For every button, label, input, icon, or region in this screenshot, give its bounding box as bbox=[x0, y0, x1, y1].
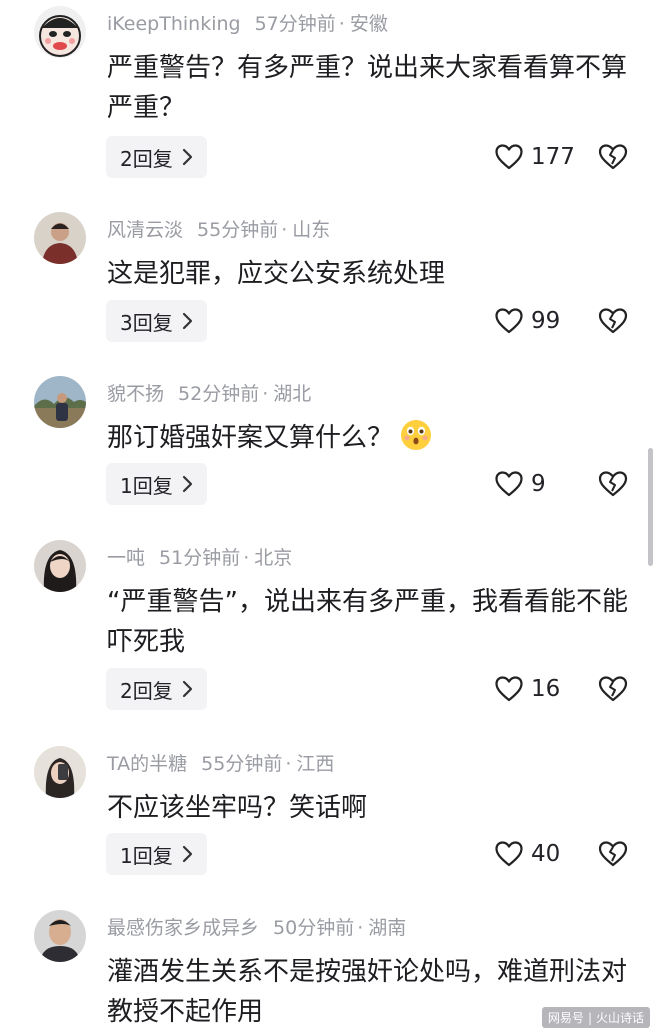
username[interactable]: 风清云淡 bbox=[107, 219, 183, 241]
username[interactable]: iKeepThinking bbox=[107, 13, 241, 35]
timestamp: 57分钟前 bbox=[254, 13, 336, 35]
view-replies-button[interactable]: 3回复 bbox=[106, 300, 207, 342]
broken-heart-icon bbox=[598, 471, 628, 497]
dislike-button[interactable] bbox=[598, 840, 628, 868]
like-count: 16 bbox=[531, 676, 561, 702]
like-count: 177 bbox=[531, 144, 575, 170]
broken-heart-icon bbox=[598, 308, 628, 334]
username[interactable]: 最感伤家乡成异乡 bbox=[107, 917, 259, 939]
scrollbar[interactable] bbox=[648, 448, 653, 566]
timestamp: 50分钟前 bbox=[273, 917, 355, 939]
heart-outline-icon bbox=[495, 308, 523, 334]
comment-feed: iKeepThinking 57分钟前 · 安徽 严重警告？有多严重？说出来大家看看算… bbox=[0, 0, 660, 1034]
location: 湖北 bbox=[273, 383, 312, 405]
outdoor-photo-avatar[interactable] bbox=[34, 376, 86, 428]
broken-heart-icon bbox=[598, 676, 628, 702]
reply-count: 1回复 bbox=[120, 843, 173, 868]
cartoon-face-avatar[interactable] bbox=[34, 6, 86, 58]
timestamp: 52分钟前 bbox=[178, 383, 260, 405]
view-replies-button[interactable]: 2回复 bbox=[106, 668, 207, 710]
username[interactable]: 貌不扬 bbox=[107, 383, 164, 405]
location: 湖南 bbox=[368, 917, 407, 939]
reply-count: 3回复 bbox=[120, 310, 173, 335]
watermark-left: 网易号 bbox=[547, 1011, 584, 1025]
like-count: 9 bbox=[531, 471, 546, 497]
meta-separator: · bbox=[262, 383, 269, 405]
comment-text: 不应该坐牢吗？笑话啊 bbox=[107, 793, 368, 823]
location: 江西 bbox=[296, 753, 335, 775]
watermark-right: 火山诗话 bbox=[595, 1011, 644, 1025]
comment-text: 这是犯罪，应交公安系统处理 bbox=[107, 259, 446, 289]
view-replies-button[interactable]: 1回复 bbox=[106, 833, 207, 875]
like-button[interactable]: 40 bbox=[495, 833, 560, 875]
view-replies-button[interactable]: 1回复 bbox=[106, 463, 207, 505]
heart-outline-icon bbox=[495, 144, 523, 170]
timestamp: 51分钟前 bbox=[159, 547, 241, 569]
meta-separator: · bbox=[357, 917, 364, 939]
location: 北京 bbox=[254, 547, 293, 569]
dislike-button[interactable] bbox=[598, 675, 628, 703]
comment-text: “严重警告”，说出来有多严重，我看看能不能吓死我 bbox=[107, 587, 628, 657]
chevron-right-icon bbox=[182, 845, 192, 863]
person-photo-avatar[interactable] bbox=[34, 212, 86, 264]
comment-text: 严重警告？有多严重？说出来大家看看算不算严重？ bbox=[107, 53, 628, 123]
chevron-right-icon bbox=[182, 312, 192, 330]
timestamp: 55分钟前 bbox=[201, 753, 283, 775]
comment-meta: 最感伤家乡成异乡 50分钟前 · 湖南 bbox=[107, 916, 406, 940]
man-photo-avatar[interactable] bbox=[34, 910, 86, 962]
watermark: 网易号 | 火山诗话 bbox=[541, 1007, 650, 1028]
location: 安徽 bbox=[349, 13, 388, 35]
timestamp: 55分钟前 bbox=[197, 219, 279, 241]
location: 山东 bbox=[292, 219, 331, 241]
comment-meta: 一吨 51分钟前 · 北京 bbox=[107, 546, 292, 570]
broken-heart-icon bbox=[598, 144, 628, 170]
reply-count: 2回复 bbox=[120, 678, 173, 703]
comment-text: 那订婚强奸案又算什么？ bbox=[107, 418, 632, 458]
selfie-photo-avatar[interactable] bbox=[34, 746, 86, 798]
comment-meta: 貌不扬 52分钟前 · 湖北 bbox=[107, 382, 311, 406]
like-button[interactable]: 9 bbox=[495, 463, 546, 505]
chevron-right-icon bbox=[182, 148, 192, 166]
username[interactable]: TA的半糖 bbox=[107, 753, 187, 775]
like-count: 40 bbox=[531, 841, 561, 867]
comment-meta: iKeepThinking 57分钟前 · 安徽 bbox=[107, 12, 388, 36]
broken-heart-icon bbox=[598, 841, 628, 867]
shocked-face-emoji bbox=[401, 420, 432, 450]
view-replies-button[interactable]: 2回复 bbox=[106, 136, 207, 178]
meta-separator: · bbox=[243, 547, 250, 569]
heart-outline-icon bbox=[495, 471, 523, 497]
reply-count: 2回复 bbox=[120, 146, 173, 171]
meta-separator: · bbox=[285, 753, 292, 775]
heart-outline-icon bbox=[495, 676, 523, 702]
comment-meta: 风清云淡 55分钟前 · 山东 bbox=[107, 218, 330, 242]
reply-count: 1回复 bbox=[120, 473, 173, 498]
comment-meta: TA的半糖 55分钟前 · 江西 bbox=[107, 752, 334, 776]
woman-photo-avatar[interactable] bbox=[34, 540, 86, 592]
dislike-button[interactable] bbox=[598, 143, 628, 171]
meta-separator: · bbox=[338, 13, 345, 35]
like-count: 99 bbox=[531, 308, 561, 334]
comment-text-content: 那订婚强奸案又算什么？ bbox=[107, 423, 394, 453]
meta-separator: · bbox=[281, 219, 288, 241]
like-button[interactable]: 99 bbox=[495, 300, 560, 342]
heart-outline-icon bbox=[495, 841, 523, 867]
dislike-button[interactable] bbox=[598, 307, 628, 335]
chevron-right-icon bbox=[182, 680, 192, 698]
username[interactable]: 一吨 bbox=[107, 547, 145, 569]
like-button[interactable]: 16 bbox=[495, 668, 560, 710]
like-button[interactable]: 177 bbox=[495, 136, 575, 178]
chevron-right-icon bbox=[182, 475, 192, 493]
dislike-button[interactable] bbox=[598, 470, 628, 498]
